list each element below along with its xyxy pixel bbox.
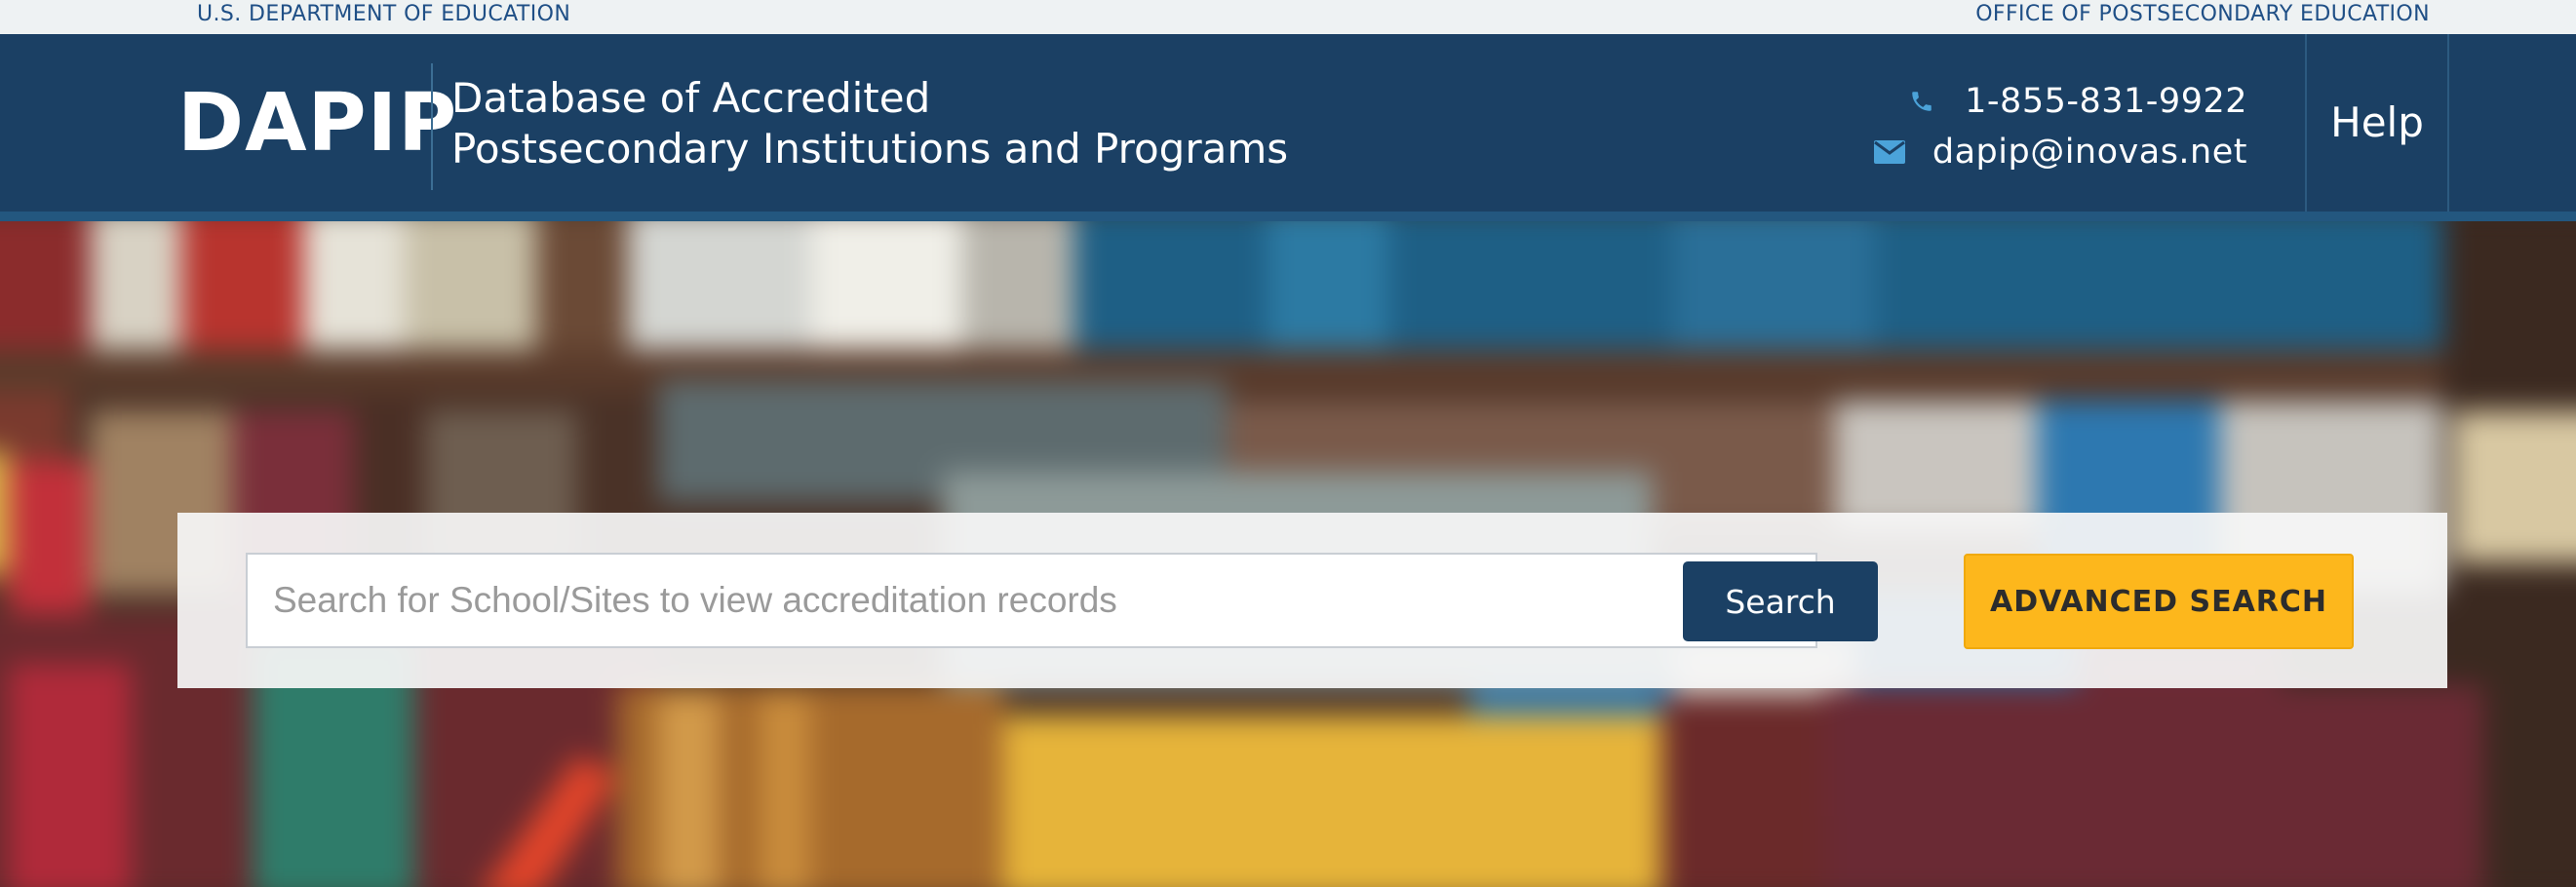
envelope-icon	[1870, 137, 1909, 167]
site-tagline: Database of Accredited Postsecondary Ins…	[451, 73, 1288, 174]
school-search-input[interactable]	[252, 559, 1602, 642]
tagline-line-2: Postsecondary Institutions and Programs	[451, 125, 1289, 173]
phone-number: 1-855-831-9922	[1965, 82, 2247, 121]
logo-divider	[431, 63, 433, 190]
help-divider-right	[2447, 34, 2449, 212]
help-link[interactable]: Help	[2307, 34, 2447, 212]
advanced-search-button[interactable]: ADVANCED SEARCH	[1964, 554, 2354, 649]
top-utility-bar: U.S. DEPARTMENT OF EDUCATION OFFICE OF P…	[0, 0, 2576, 34]
phone-row[interactable]: 1-855-831-9922	[1870, 76, 2247, 127]
department-link[interactable]: U.S. DEPARTMENT OF EDUCATION	[197, 0, 570, 29]
search-box: Search	[246, 553, 1878, 648]
office-link[interactable]: OFFICE OF POSTSECONDARY EDUCATION	[1975, 0, 2430, 29]
search-panel: Search ADVANCED SEARCH	[177, 513, 2447, 688]
tagline-line-1: Database of Accredited	[451, 74, 931, 122]
header-accent-strip	[0, 212, 2576, 221]
search-button[interactable]: Search	[1683, 561, 1878, 641]
contact-info: 1-855-831-9922 dapip@inovas.net	[1870, 76, 2247, 177]
site-logo[interactable]: DAPIP	[177, 46, 457, 202]
email-address: dapip@inovas.net	[1932, 133, 2247, 172]
phone-icon	[1902, 87, 1941, 116]
email-row[interactable]: dapip@inovas.net	[1870, 127, 2247, 177]
